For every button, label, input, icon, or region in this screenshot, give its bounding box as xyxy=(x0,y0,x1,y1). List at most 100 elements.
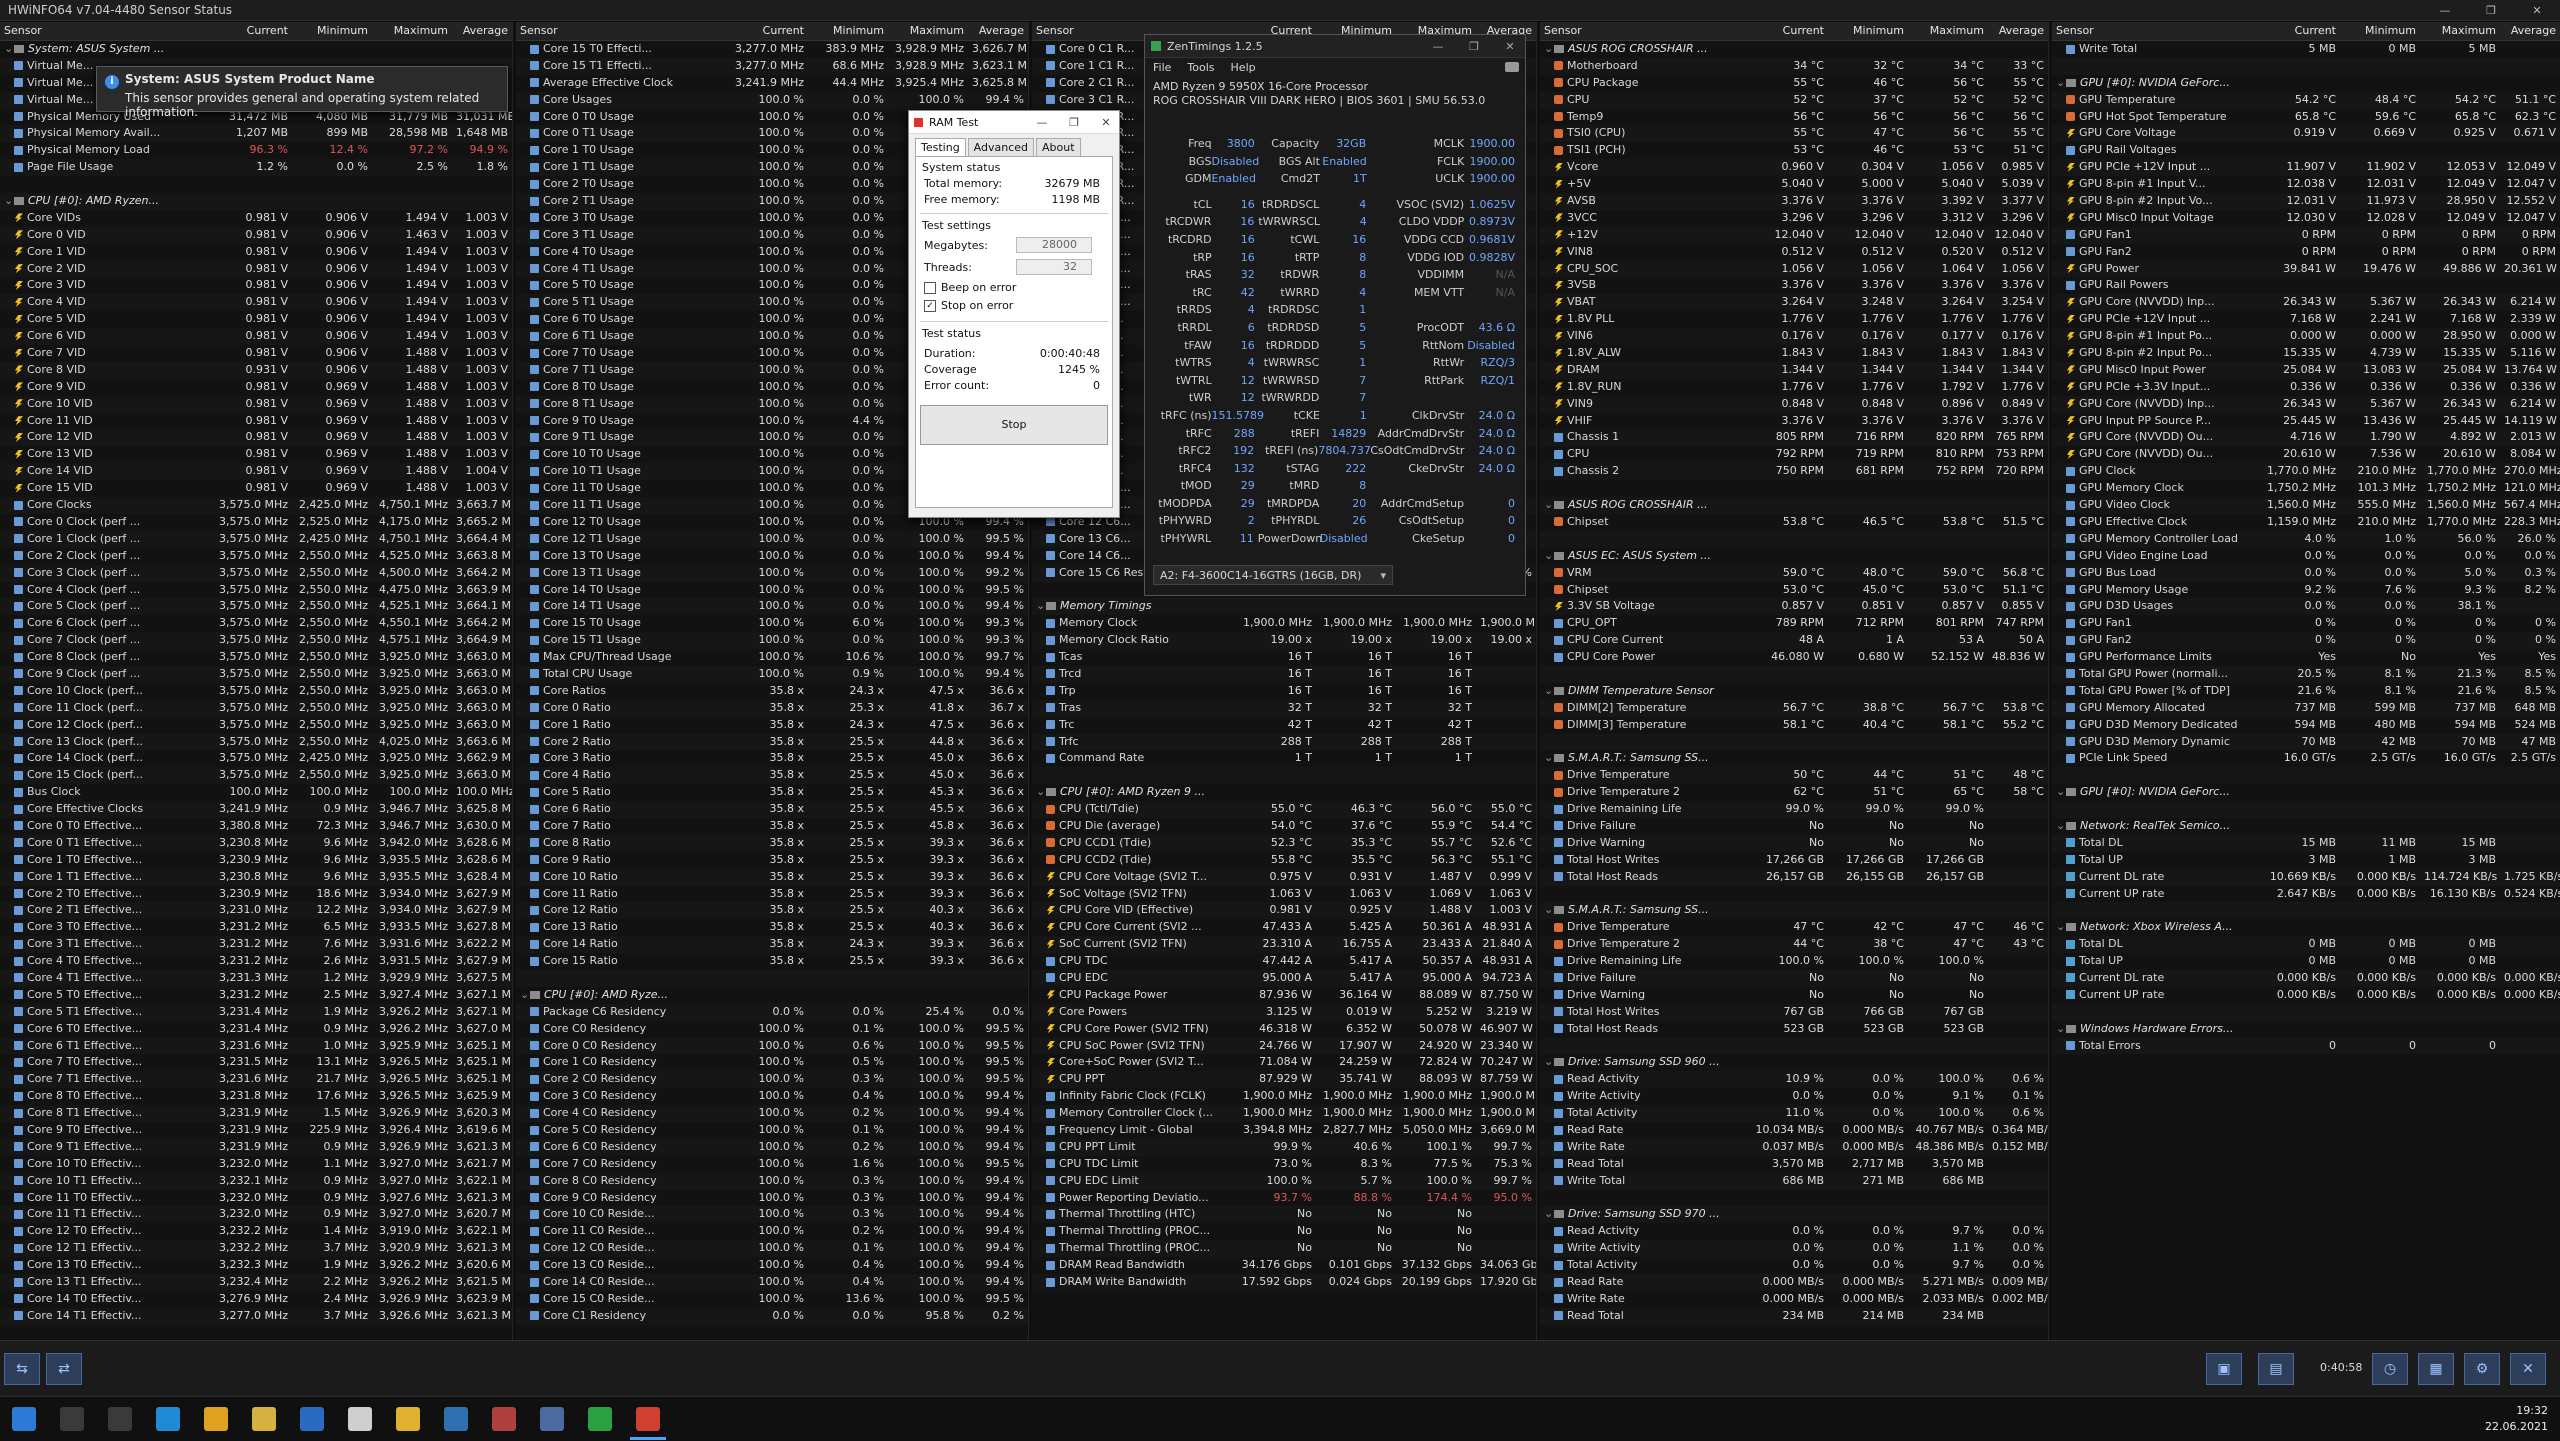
sensor-row[interactable]: GPU PCIe +12V Input ... 11.907 V 11.902 V1… xyxy=(2052,159,2560,177)
sensor-row[interactable]: GPU Performance Limits Yes No Yes Yes xyxy=(2052,649,2560,666)
sensor-row[interactable] xyxy=(1540,530,2048,548)
sensor-row[interactable]: Core 0 T1 Effective... 3,230.8 MHz 9.6 MHz… xyxy=(0,834,512,852)
sensor-group[interactable]: ⌄ Drive: Samsung SSD 960 ... xyxy=(1540,1054,2048,1071)
close-icon[interactable]: ✕ xyxy=(2514,4,2560,17)
sensor-row[interactable]: Trfc 288 T 288 T 288 T xyxy=(1032,733,1536,751)
sensor-row[interactable]: Tras 32 T 32 T 32 T xyxy=(1032,699,1536,717)
sensor-row[interactable]: VIN8 0.512 V 0.512 V 0.520 V 0.512 V xyxy=(1540,244,2048,261)
sensor-row[interactable]: Thermal Throttling (PROC... No No No xyxy=(1032,1240,1536,1258)
chevron-down-icon[interactable]: ⌄ xyxy=(1036,784,1046,801)
sensor-row[interactable]: CPU 52 °C 37 °C 52 °C 52 °C xyxy=(1540,91,2048,109)
sensor-row[interactable]: GPU Core (NVVDD) Inp... 26.343 W 5.367 W 26… xyxy=(2052,294,2560,312)
sensor-row[interactable]: Core 15 T0 Usage 100.0 % 6.0 % 100.0 % 99.3 … xyxy=(516,615,1028,632)
sensor-row[interactable]: Total GPU Power (normali... 20.5 % 8.1 % 21… xyxy=(2052,665,2560,683)
sensor-row[interactable]: Core 8 T1 Effective... 3,231.9 MHz 1.5 MHz… xyxy=(0,1105,512,1122)
sensor-row[interactable]: CPU EDC 95.000 A 5.417 A 95.000 A 94.723 A xyxy=(1032,969,1536,987)
sensor-row[interactable]: Core 8 Ratio 35.8 x 25.5 x 39.3 x 36.6 x xyxy=(516,834,1028,852)
sensor-row[interactable]: Core 6 T1 Effective... 3,231.6 MHz 1.0 MHz… xyxy=(0,1037,512,1055)
sensor-row[interactable]: Chipset 53.0 °C 45.0 °C 53.0 °C 51.1 °C xyxy=(1540,582,2048,599)
sensor-row[interactable]: Core 1 Clock (perf ... 3,575.0 MHz 2,425.0… xyxy=(0,530,512,548)
sensor-row[interactable]: CPU Die (average) 54.0 °C 37.6 °C 55.9 °C 54… xyxy=(1032,818,1536,835)
sensor-row[interactable]: Total Activity 11.0 % 0.0 % 100.0 % 0.6 % xyxy=(1540,1105,2048,1122)
sensor-row[interactable]: GPU Bus Load 0.0 % 0.0 % 5.0 % 0.3 % xyxy=(2052,564,2560,582)
chevron-down-icon[interactable]: ⌄ xyxy=(1544,1206,1554,1223)
sensor-row[interactable]: Core 15 T1 Usage 100.0 % 0.0 % 100.0 % 99.3 … xyxy=(516,632,1028,650)
sensor-row[interactable]: Read Rate 10.034 MB/s 0.000 MB/s 40.767 MB/… xyxy=(1540,1122,2048,1139)
sensor-row[interactable]: CPU EDC Limit 100.0 % 5.7 % 100.0 % 99.7 % xyxy=(1032,1172,1536,1190)
sensor-row[interactable]: Core 14 VID 0.981 V 0.969 V 1.488 V 1.004 V xyxy=(0,463,512,481)
sensor-row[interactable] xyxy=(1540,480,2048,497)
sensor-row[interactable]: CPU Package Power 87.936 W 36.164 W 88.089 … xyxy=(1032,987,1536,1004)
taskbar-clock[interactable]: 19:32 22.06.2021 xyxy=(2485,1403,2548,1435)
sensor-group[interactable]: ⌄ S.M.A.R.T.: Samsung SS... xyxy=(1540,902,2048,920)
sensor-row[interactable]: GPU Clock 1,770.0 MHz 210.0 MHz 1,770.0 MHz… xyxy=(2052,463,2560,481)
column-header-minimum[interactable]: Minimum xyxy=(808,22,888,40)
zentimings-titlebar[interactable]: ZenTimings 1.2.5 — ❐ ✕ xyxy=(1145,35,1525,58)
sensor-row[interactable]: GPU Misc0 Input Power 25.084 W 13.083 W 25.… xyxy=(2052,361,2560,379)
sensor-row[interactable]: GPU Memory Controller Load 4.0 % 1.0 % 56.0… xyxy=(2052,530,2560,548)
sensor-group[interactable]: ⌄ GPU [#0]: NVIDIA GeForc... xyxy=(2052,75,2560,92)
minimize-icon[interactable]: — xyxy=(1029,116,1055,129)
module-select[interactable]: A2: F4-3600C14-16GTRS (16GB, DR) ▾ xyxy=(1153,565,1393,585)
sensor-row[interactable] xyxy=(1540,1190,2048,1207)
sensor-row[interactable]: Core 8 T0 Effective... 3,231.8 MHz 17.6 MH… xyxy=(0,1088,512,1105)
sensor-row[interactable]: Core 2 T0 Effective... 3,230.9 MHz 18.6 MH… xyxy=(0,886,512,903)
sensor-row[interactable]: Drive Failure No No No xyxy=(1540,969,2048,987)
sensor-row[interactable] xyxy=(1540,1037,2048,1055)
clock-icon[interactable]: ◷ xyxy=(2372,1353,2408,1385)
sensor-row[interactable]: Total DL 15 MB 11 MB 15 MB xyxy=(2052,834,2560,852)
sensor-row[interactable]: Core 11 T1 Effectiv... 3,232.0 MHz 0.9 MHz… xyxy=(0,1206,512,1224)
sensor-group[interactable]: ⌄ CPU [#0]: AMD Ryze... xyxy=(516,987,1028,1004)
sensor-row[interactable]: GPU Video Clock 1,560.0 MHz 555.0 MHz 1,560… xyxy=(2052,497,2560,514)
stop-button[interactable]: Stop xyxy=(920,405,1108,445)
sensor-row[interactable]: +12V 12.040 V 12.040 V 12.040 V 12.040 V xyxy=(1540,226,2048,244)
sensor-row[interactable]: CPU Package 55 °C 46 °C 56 °C 55 °C xyxy=(1540,75,2048,92)
sensor-row[interactable]: Current DL rate 0.000 KB/s 0.000 KB/s 0.000… xyxy=(2052,969,2560,987)
sensor-row[interactable]: Current UP rate 0.000 KB/s 0.000 KB/s 0.000… xyxy=(2052,987,2560,1004)
sensor-row[interactable]: GPU D3D Memory Dedicated 594 MB 480 MB 594 … xyxy=(2052,717,2560,734)
sensor-row[interactable]: CPU Core Power 46.080 W 0.680 W 52.152 W 48.… xyxy=(1540,649,2048,666)
threads-input[interactable]: 32 xyxy=(1016,259,1092,275)
restore-icon[interactable]: ❐ xyxy=(1459,40,1489,53)
sensor-row[interactable]: Write Activity 0.0 % 0.0 % 9.1 % 0.1 % xyxy=(1540,1088,2048,1105)
sensor-row[interactable]: Core 10 Clock (perf... 3,575.0 MHz 2,550.0… xyxy=(0,683,512,700)
sensor-row[interactable]: DIMM[2] Temperature 56.7 °C 38.8 °C 56.7 °C… xyxy=(1540,699,2048,717)
sensor-row[interactable]: Read Rate 0.000 MB/s 0.000 MB/s 5.271 MB/s 0… xyxy=(1540,1274,2048,1291)
sensor-row[interactable]: Core Ratios 35.8 x 24.3 x 47.5 x 36.6 x xyxy=(516,683,1028,700)
column-header-sensor[interactable]: Sensor xyxy=(516,22,728,40)
column-header-current[interactable]: Current xyxy=(2260,22,2340,40)
sensor-row[interactable]: Core 0 C0 Residency 100.0 % 0.6 % 100.0 % 99… xyxy=(516,1037,1028,1055)
sensor-row[interactable]: Core 7 Ratio 35.8 x 25.5 x 45.8 x 36.6 x xyxy=(516,818,1028,835)
sensor-row[interactable]: Core 9 C0 Residency 100.0 % 0.3 % 100.0 % 99… xyxy=(516,1190,1028,1207)
sensor-row[interactable]: Core 4 Ratio 35.8 x 25.5 x 45.0 x 36.6 x xyxy=(516,767,1028,785)
sensor-row[interactable]: Chassis 1 805 RPM 716 RPM 820 RPM 765 RPM xyxy=(1540,429,2048,447)
sensor-row[interactable]: Core 5 VID 0.981 V 0.906 V 1.494 V 1.003 V xyxy=(0,311,512,328)
sensor-row[interactable]: Total Host Writes 17,266 GB 17,266 GB 17,26… xyxy=(1540,852,2048,869)
sensor-row[interactable]: Core 7 C0 Residency 100.0 % 1.6 % 100.0 % 99… xyxy=(516,1156,1028,1173)
sensor-row[interactable]: Core 2 Clock (perf ... 3,575.0 MHz 2,550.0… xyxy=(0,548,512,565)
sensor-row[interactable]: Core 3 Clock (perf ... 3,575.0 MHz 2,550.0… xyxy=(0,564,512,582)
sensor-row[interactable]: Core 4 T1 Effective... 3,231.3 MHz 1.2 MHz… xyxy=(0,969,512,987)
monitor-app-icon[interactable] xyxy=(492,1407,516,1431)
logging-icon[interactable]: ▤ xyxy=(2258,1353,2294,1385)
chevron-down-icon[interactable]: ⌄ xyxy=(2056,1021,2066,1038)
sensor-row[interactable]: Core 13 C0 Reside... 100.0 % 0.4 % 100.0 % 9… xyxy=(516,1257,1028,1274)
chevron-down-icon[interactable]: ⌄ xyxy=(1544,41,1554,58)
sensor-row[interactable]: Core 1 Ratio 35.8 x 24.3 x 47.5 x 36.6 x xyxy=(516,717,1028,734)
sensor-row[interactable]: Core 9 Clock (perf ... 3,575.0 MHz 2,550.0… xyxy=(0,665,512,683)
sensor-row[interactable]: Current DL rate 10.669 KB/s 0.000 KB/s 114.… xyxy=(2052,868,2560,886)
sensor-group[interactable]: ⌄ System: ASUS System ... xyxy=(0,41,512,58)
sensor-row[interactable]: Core 12 T0 Effectiv... 3,232.2 MHz 1.4 MHz… xyxy=(0,1223,512,1240)
sensor-row[interactable]: Core 5 Ratio 35.8 x 25.5 x 45.3 x 36.6 x xyxy=(516,784,1028,801)
sensor-row[interactable]: Core 11 Clock (perf... 3,575.0 MHz 2,550.0… xyxy=(0,699,512,717)
sensor-group[interactable]: ⌄ DIMM Temperature Sensor xyxy=(1540,683,2048,700)
task-view-icon[interactable] xyxy=(108,1407,132,1431)
sensor-row[interactable]: Core 10 VID 0.981 V 0.969 V 1.488 V 1.003 V xyxy=(0,395,512,413)
sensor-row[interactable]: Core 14 C0 Reside... 100.0 % 0.4 % 100.0 % 9… xyxy=(516,1274,1028,1291)
sensor-row[interactable]: DRAM Read Bandwidth 34.176 Gbps 0.101 Gbps… xyxy=(1032,1257,1536,1274)
sensor-row[interactable]: AVSB 3.376 V 3.376 V 3.392 V 3.377 V xyxy=(1540,193,2048,210)
sensor-row[interactable]: Drive Temperature 2 44 °C 38 °C 47 °C 43 °C xyxy=(1540,936,2048,954)
sensor-row[interactable]: Write Activity 0.0 % 0.0 % 1.1 % 0.0 % xyxy=(1540,1240,2048,1258)
sensor-row[interactable]: Core 13 Clock (perf... 3,575.0 MHz 2,550.0… xyxy=(0,733,512,751)
column-header-maximum[interactable]: Maximum xyxy=(1908,22,1988,40)
